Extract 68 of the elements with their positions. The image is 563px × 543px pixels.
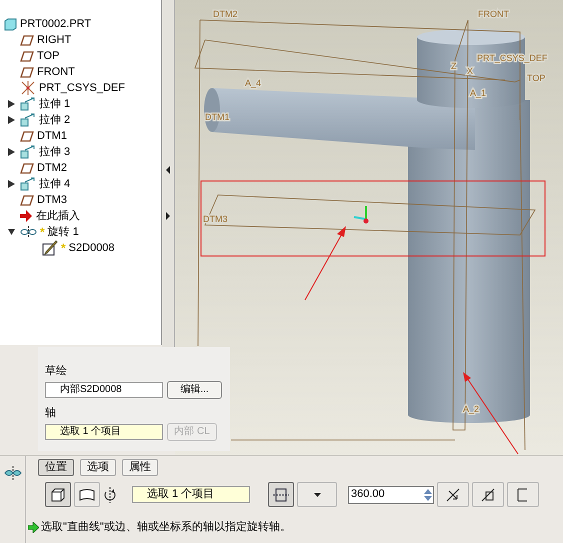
tree-item[interactable]: 拉伸 4: [39, 178, 70, 190]
sketch-field[interactable]: 内部S2D0008: [45, 382, 163, 398]
surface-icon: [79, 488, 95, 502]
tree-item[interactable]: DTM3: [37, 194, 67, 206]
expand-triangle-icon[interactable]: [8, 116, 14, 124]
datum-plane-icon: [20, 194, 34, 206]
edit-button[interactable]: 编辑...: [167, 381, 222, 399]
new-feature-marker: *: [40, 226, 45, 238]
flip-direction-icon[interactable]: [103, 486, 117, 502]
datum-label: DTM2: [213, 9, 238, 19]
tree-item[interactable]: S2D0008: [68, 242, 115, 254]
extrude-icon: [20, 113, 36, 127]
tree-item[interactable]: PRT_CSYS_DEF: [39, 82, 125, 94]
tree-item[interactable]: 旋转 1: [48, 226, 79, 238]
new-feature-marker: *: [61, 242, 66, 254]
axis-collector-field[interactable]: 选取 1 个项目: [132, 486, 250, 503]
tab[interactable]: 属性: [122, 459, 158, 476]
tree-item[interactable]: TOP: [37, 50, 60, 62]
solid-icon: [51, 488, 65, 502]
tree-item[interactable]: 拉伸 1: [39, 98, 70, 110]
status-message: 选取"直曲线"或边、轴或坐标系的轴以指定旋转轴。: [41, 520, 291, 535]
tree-item[interactable]: FRONT: [37, 66, 75, 78]
prompt-arrow-icon: [28, 522, 39, 533]
angle-field[interactable]: 360.00: [348, 486, 434, 504]
tree-item[interactable]: RIGHT: [37, 34, 72, 46]
coordinate-triad-icon: [354, 206, 368, 224]
extrude-icon: [20, 177, 36, 191]
datum-label: A_4: [245, 78, 262, 88]
revolve-icon: [2, 466, 22, 480]
revolve-icon: [20, 226, 37, 238]
spinner-icon[interactable]: [423, 488, 433, 502]
tab[interactable]: 选项: [80, 459, 116, 476]
surface-button[interactable]: [74, 482, 100, 507]
collapse-arrow-icon[interactable]: [166, 166, 170, 174]
datum-label: A_1: [470, 88, 486, 98]
datum-plane-icon: [20, 66, 34, 78]
tree-item[interactable]: 在此插入: [36, 210, 80, 222]
solid-button[interactable]: [45, 482, 71, 507]
dropdown-icon: [314, 492, 320, 496]
section-label: 轴: [45, 406, 57, 421]
datum-plane-icon: [20, 50, 34, 62]
expand-triangle-icon[interactable]: [8, 180, 14, 188]
datum-label: DTM1: [205, 112, 230, 122]
expand-triangle-icon[interactable]: [8, 100, 14, 108]
tree-item[interactable]: PRT0002.PRT: [20, 18, 92, 30]
datum-label: FRONT: [478, 9, 509, 19]
extrude-icon: [20, 97, 36, 111]
tree-item[interactable]: DTM1: [37, 130, 67, 142]
insert-arrow-icon: [20, 210, 33, 222]
collapse-triangle-icon[interactable]: [8, 228, 14, 236]
tree-item[interactable]: 拉伸 2: [39, 114, 70, 126]
tab[interactable]: 位置: [38, 459, 74, 476]
section-label: 草绘: [45, 364, 68, 379]
coordinate-system-icon: [20, 81, 36, 95]
part-icon: [4, 18, 17, 30]
datum-plane-icon: [20, 34, 34, 46]
sketch-icon: [42, 240, 58, 256]
extrude-icon: [20, 145, 36, 159]
axis-collector-field[interactable]: 选取 1 个项目: [45, 424, 163, 440]
tree-item[interactable]: 拉伸 3: [39, 146, 70, 158]
axis-mode-button[interactable]: [268, 482, 294, 507]
axis-mode-icon: [273, 486, 289, 502]
datum-plane-icon: [20, 130, 34, 142]
datum-plane-icon: [20, 162, 34, 174]
datum-label: TOP: [527, 73, 546, 83]
expand-arrow-icon[interactable]: [166, 212, 170, 220]
expand-triangle-icon[interactable]: [8, 148, 14, 156]
tree-item[interactable]: DTM2: [37, 162, 67, 174]
